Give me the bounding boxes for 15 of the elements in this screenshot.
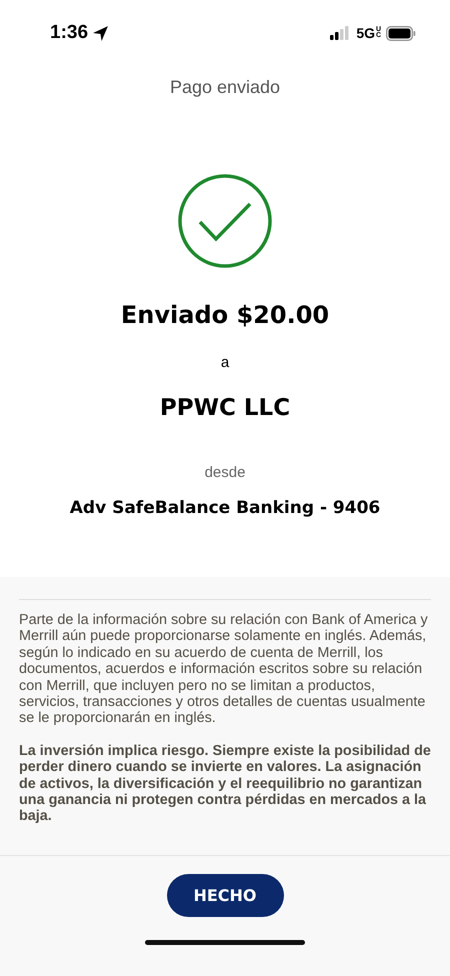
- battery-icon: [386, 26, 416, 40]
- screen-title: Pago enviado: [170, 77, 280, 98]
- success-check-icon: [178, 174, 272, 268]
- from-label: desde: [204, 464, 246, 481]
- account-name: Adv SafeBalance Banking - 9406: [70, 498, 380, 518]
- disclosure-paragraph: La inversión implica riesgo. Siempre existe la posibilidad de perder dinero cuando se invierte en valores. La asignación de activos, la diversificación y el reequilibrio no garantizan una ganancia ni protegen contra pérdidas en mercados a la baja.: [19, 742, 431, 825]
- payee-name: PPWC LLC: [160, 395, 290, 421]
- signal-icon: [329, 26, 352, 40]
- location-arrow-icon: [92, 24, 110, 42]
- done-button[interactable]: HECHO: [166, 874, 284, 917]
- network-label: 5G: [356, 25, 375, 41]
- to-label: a: [220, 354, 230, 371]
- status-time: 1:36: [50, 22, 88, 44]
- amount-sent: Enviado $20.00: [120, 301, 330, 329]
- disclosure-paragraph: Parte de la información sobre su relación con Bank of America y Merrill aún puede proporcionarse solamente en inglés. Además, según lo indicado en su acuerdo de cuenta de Merrill, los documentos, acuerdos e información escritos sobre su relación con Merrill, que incluyen pero no se limitan a productos, servicios, transacciones y otros detalles de cuentas usualmente se le proporcionarán en inglés.: [19, 612, 429, 727]
